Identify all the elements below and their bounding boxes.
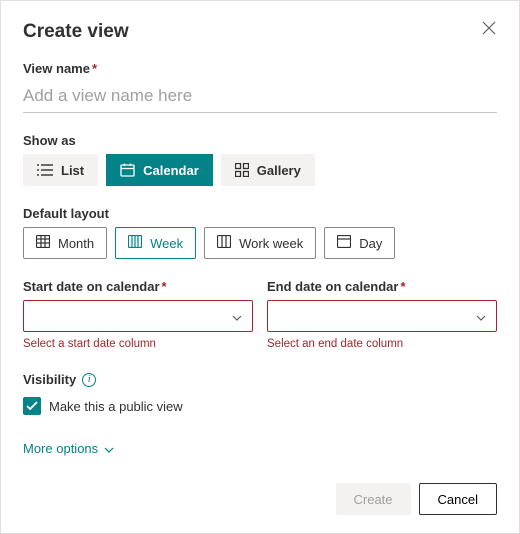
layout-month[interactable]: Month [23, 227, 107, 259]
required-asterisk: * [92, 61, 97, 76]
chevron-down-icon [476, 309, 486, 324]
show-as-list-label: List [61, 163, 84, 178]
visibility-label: Visibility [23, 372, 76, 387]
view-name-label-text: View name [23, 61, 90, 76]
day-icon [337, 235, 351, 251]
required-asterisk: * [162, 279, 167, 294]
week-icon [128, 235, 142, 251]
layout-workweek[interactable]: Work week [204, 227, 316, 259]
workweek-icon [217, 235, 231, 251]
create-view-dialog: Create view View name* Show as List Cale… [0, 0, 520, 534]
start-date-dropdown[interactable] [23, 300, 253, 332]
public-view-checkbox[interactable] [23, 397, 41, 415]
end-date-label-text: End date on calendar [267, 279, 398, 294]
show-as-calendar[interactable]: Calendar [106, 154, 213, 186]
layout-week[interactable]: Week [115, 227, 196, 259]
start-date-label: Start date on calendar* [23, 279, 253, 294]
layout-day[interactable]: Day [324, 227, 395, 259]
close-icon [482, 21, 496, 38]
show-as-gallery[interactable]: Gallery [221, 154, 315, 186]
layout-week-label: Week [150, 236, 183, 251]
public-view-label: Make this a public view [49, 399, 183, 414]
start-date-label-text: Start date on calendar [23, 279, 160, 294]
chevron-down-icon [104, 441, 114, 456]
info-icon[interactable]: i [82, 373, 96, 387]
end-date-dropdown[interactable] [267, 300, 497, 332]
more-options-toggle[interactable]: More options [23, 441, 114, 456]
layout-workweek-label: Work week [239, 236, 303, 251]
dialog-title: Create view [23, 21, 497, 43]
more-options-label: More options [23, 441, 98, 456]
show-as-label: Show as [23, 133, 497, 148]
show-as-list[interactable]: List [23, 154, 98, 186]
cancel-button[interactable]: Cancel [419, 483, 497, 515]
show-as-gallery-label: Gallery [257, 163, 301, 178]
gallery-icon [235, 163, 249, 177]
close-button[interactable] [477, 17, 501, 41]
check-icon [26, 399, 38, 414]
layout-month-label: Month [58, 236, 94, 251]
show-as-calendar-label: Calendar [143, 163, 199, 178]
dialog-footer: Create Cancel [336, 483, 498, 515]
visibility-heading: Visibility i [23, 372, 497, 387]
end-date-error: Select an end date column [267, 338, 497, 350]
end-date-label: End date on calendar* [267, 279, 497, 294]
layout-day-label: Day [359, 236, 382, 251]
required-asterisk: * [400, 279, 405, 294]
chevron-down-icon [232, 309, 242, 324]
show-as-group: List Calendar Gallery [23, 154, 497, 186]
calendar-icon [120, 163, 135, 177]
month-icon [36, 235, 50, 251]
list-icon [37, 163, 53, 177]
default-layout-label: Default layout [23, 206, 497, 221]
start-date-error: Select a start date column [23, 338, 253, 350]
default-layout-group: Month Week Work week Day [23, 227, 497, 259]
create-button[interactable]: Create [336, 483, 411, 515]
view-name-label: View name* [23, 61, 497, 76]
view-name-input[interactable] [23, 82, 497, 113]
